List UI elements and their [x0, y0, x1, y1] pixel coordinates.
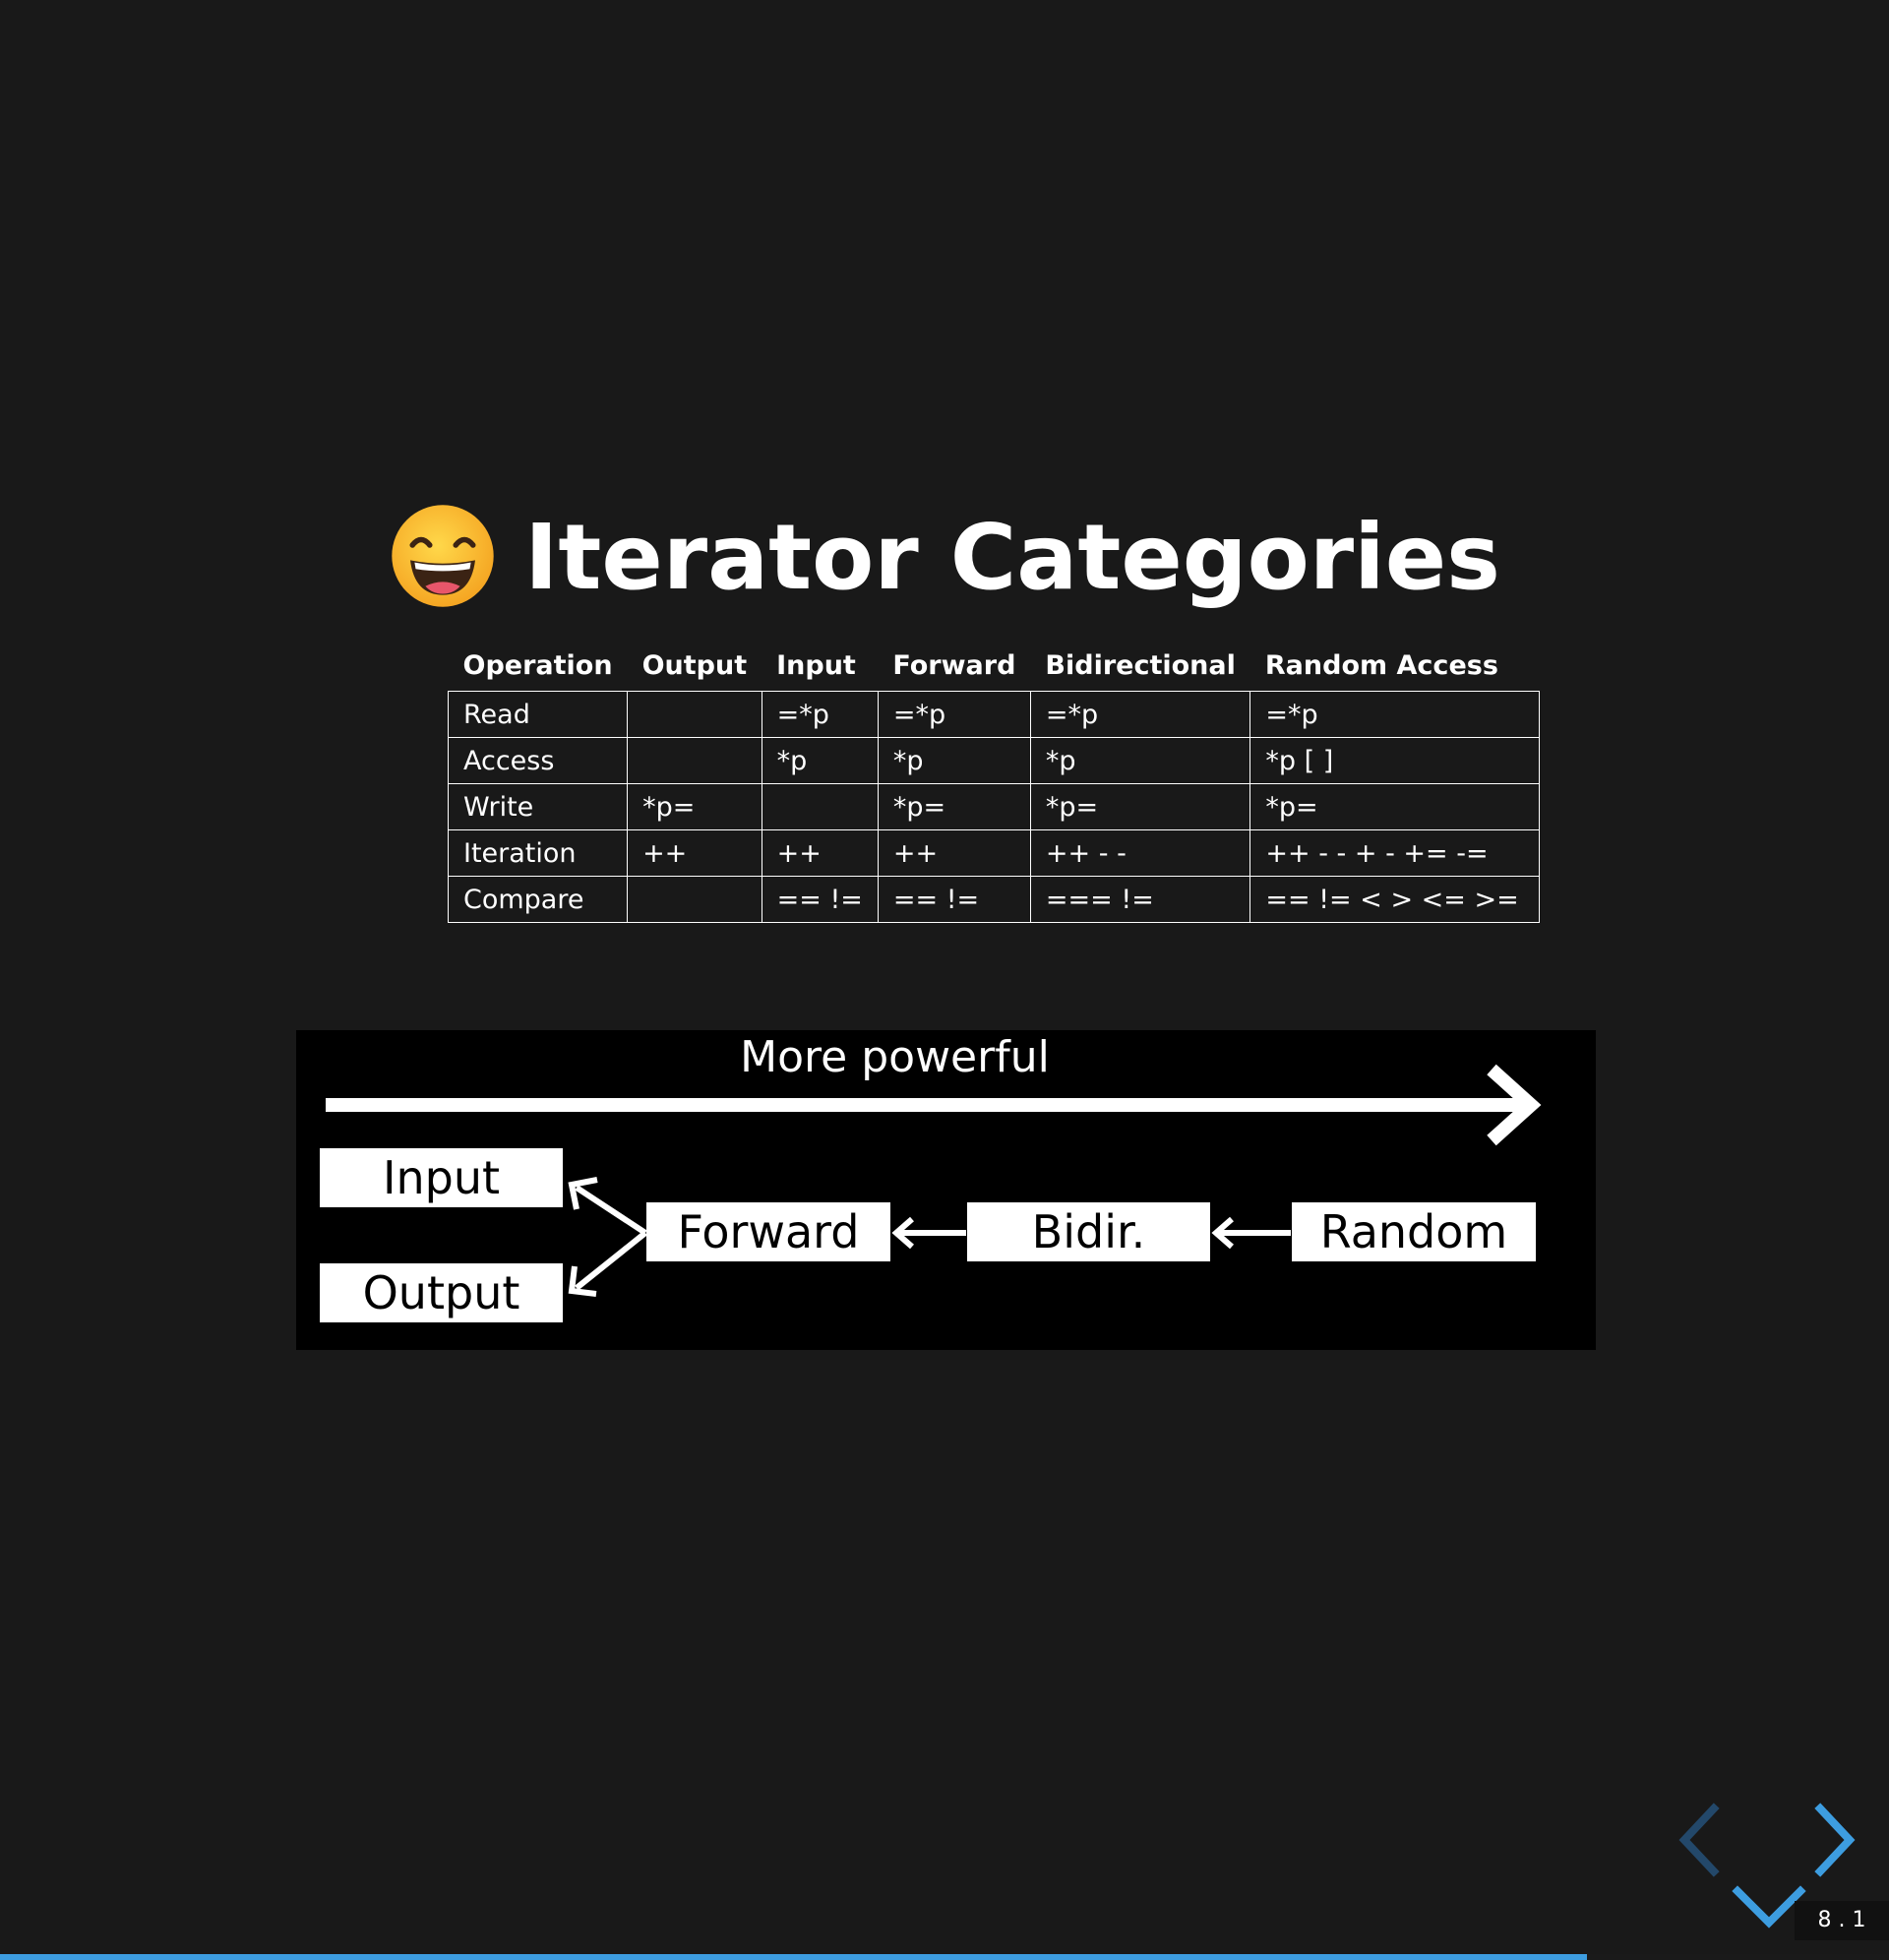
table-cell: *p= — [627, 783, 762, 830]
table-cell: Write — [447, 783, 629, 830]
bidir-box: Bidir. — [967, 1202, 1210, 1261]
table-cell: *p — [1029, 737, 1251, 784]
output-box: Output — [320, 1263, 563, 1322]
forward-box: Forward — [646, 1202, 890, 1261]
table-cell: =*p — [1029, 691, 1251, 738]
table-cell: ++ — [877, 829, 1031, 877]
table-row: Read =*p =*p =*p =*p — [447, 691, 1541, 738]
table-row: Write *p= *p= *p= *p= — [447, 783, 1541, 830]
table-row: Access *p *p *p *p [ ] — [447, 737, 1541, 784]
slide: Iterator Categories Operation Output Inp… — [0, 0, 1889, 1960]
table-cell: == != — [761, 876, 879, 923]
table-header: Output — [641, 649, 748, 681]
iterator-operations-table: Operation Output Input Forward Bidirecti… — [447, 642, 1541, 923]
table-header: Bidirectional — [1045, 649, 1236, 681]
slide-number: 8 . 1 — [1795, 1901, 1889, 1940]
table-header: Random Access — [1264, 649, 1498, 681]
next-slide-button[interactable] — [1810, 1801, 1858, 1879]
table-cell: Access — [447, 737, 629, 784]
table-cell: =*p — [877, 691, 1031, 738]
table-cell: == != — [877, 876, 1031, 923]
table-cell — [627, 737, 762, 784]
table-header: Input — [776, 649, 856, 681]
grinning-face-icon — [389, 502, 497, 610]
table-header: Operation — [462, 649, 613, 681]
more-powerful-label: More powerful — [296, 1030, 1596, 1085]
table-cell: Iteration — [447, 829, 629, 877]
table-cell: Compare — [447, 876, 629, 923]
table-cell — [627, 691, 762, 738]
table-cell: *p= — [1029, 783, 1251, 830]
table-cell: ++ — [627, 829, 762, 877]
progress-bar-fill — [0, 1954, 1587, 1960]
table-row: Iteration ++ ++ ++ ++ - - ++ - - + - += … — [447, 829, 1541, 877]
table-cell: ++ - - — [1029, 829, 1251, 877]
table-cell: =*p — [761, 691, 879, 738]
table-row: Compare == != == != === != == != < > <= … — [447, 876, 1541, 923]
chevron-right-icon — [1814, 1803, 1856, 1877]
prev-slide-button[interactable] — [1676, 1801, 1724, 1879]
title-text: Iterator Categories — [524, 505, 1500, 610]
table-header-row: Operation Output Input Forward Bidirecti… — [449, 642, 1540, 692]
iterator-hierarchy-diagram: More powerful Input Output Forward Bidir… — [296, 1030, 1596, 1350]
table-cell: Read — [447, 691, 629, 738]
input-box: Input — [320, 1148, 563, 1207]
table-cell: ++ — [761, 829, 879, 877]
random-box: Random — [1292, 1202, 1536, 1261]
table-cell: *p — [877, 737, 1031, 784]
table-cell: =*p — [1249, 691, 1541, 738]
table-header: Forward — [892, 649, 1016, 681]
table-cell: *p [ ] — [1249, 737, 1541, 784]
table-cell: == != < > <= >= — [1249, 876, 1541, 923]
table-cell: === != — [1029, 876, 1251, 923]
progress-bar[interactable] — [0, 1954, 1889, 1960]
table-cell: *p= — [1249, 783, 1541, 830]
more-powerful-text: More powerful — [740, 1032, 1050, 1082]
table-cell: ++ - - + - += -= — [1249, 829, 1541, 877]
table-cell: *p= — [877, 783, 1031, 830]
table-cell: *p — [761, 737, 879, 784]
chevron-left-icon — [1678, 1803, 1720, 1877]
table-cell — [627, 876, 762, 923]
slide-title: Iterator Categories — [0, 502, 1889, 612]
table-cell — [761, 783, 879, 830]
